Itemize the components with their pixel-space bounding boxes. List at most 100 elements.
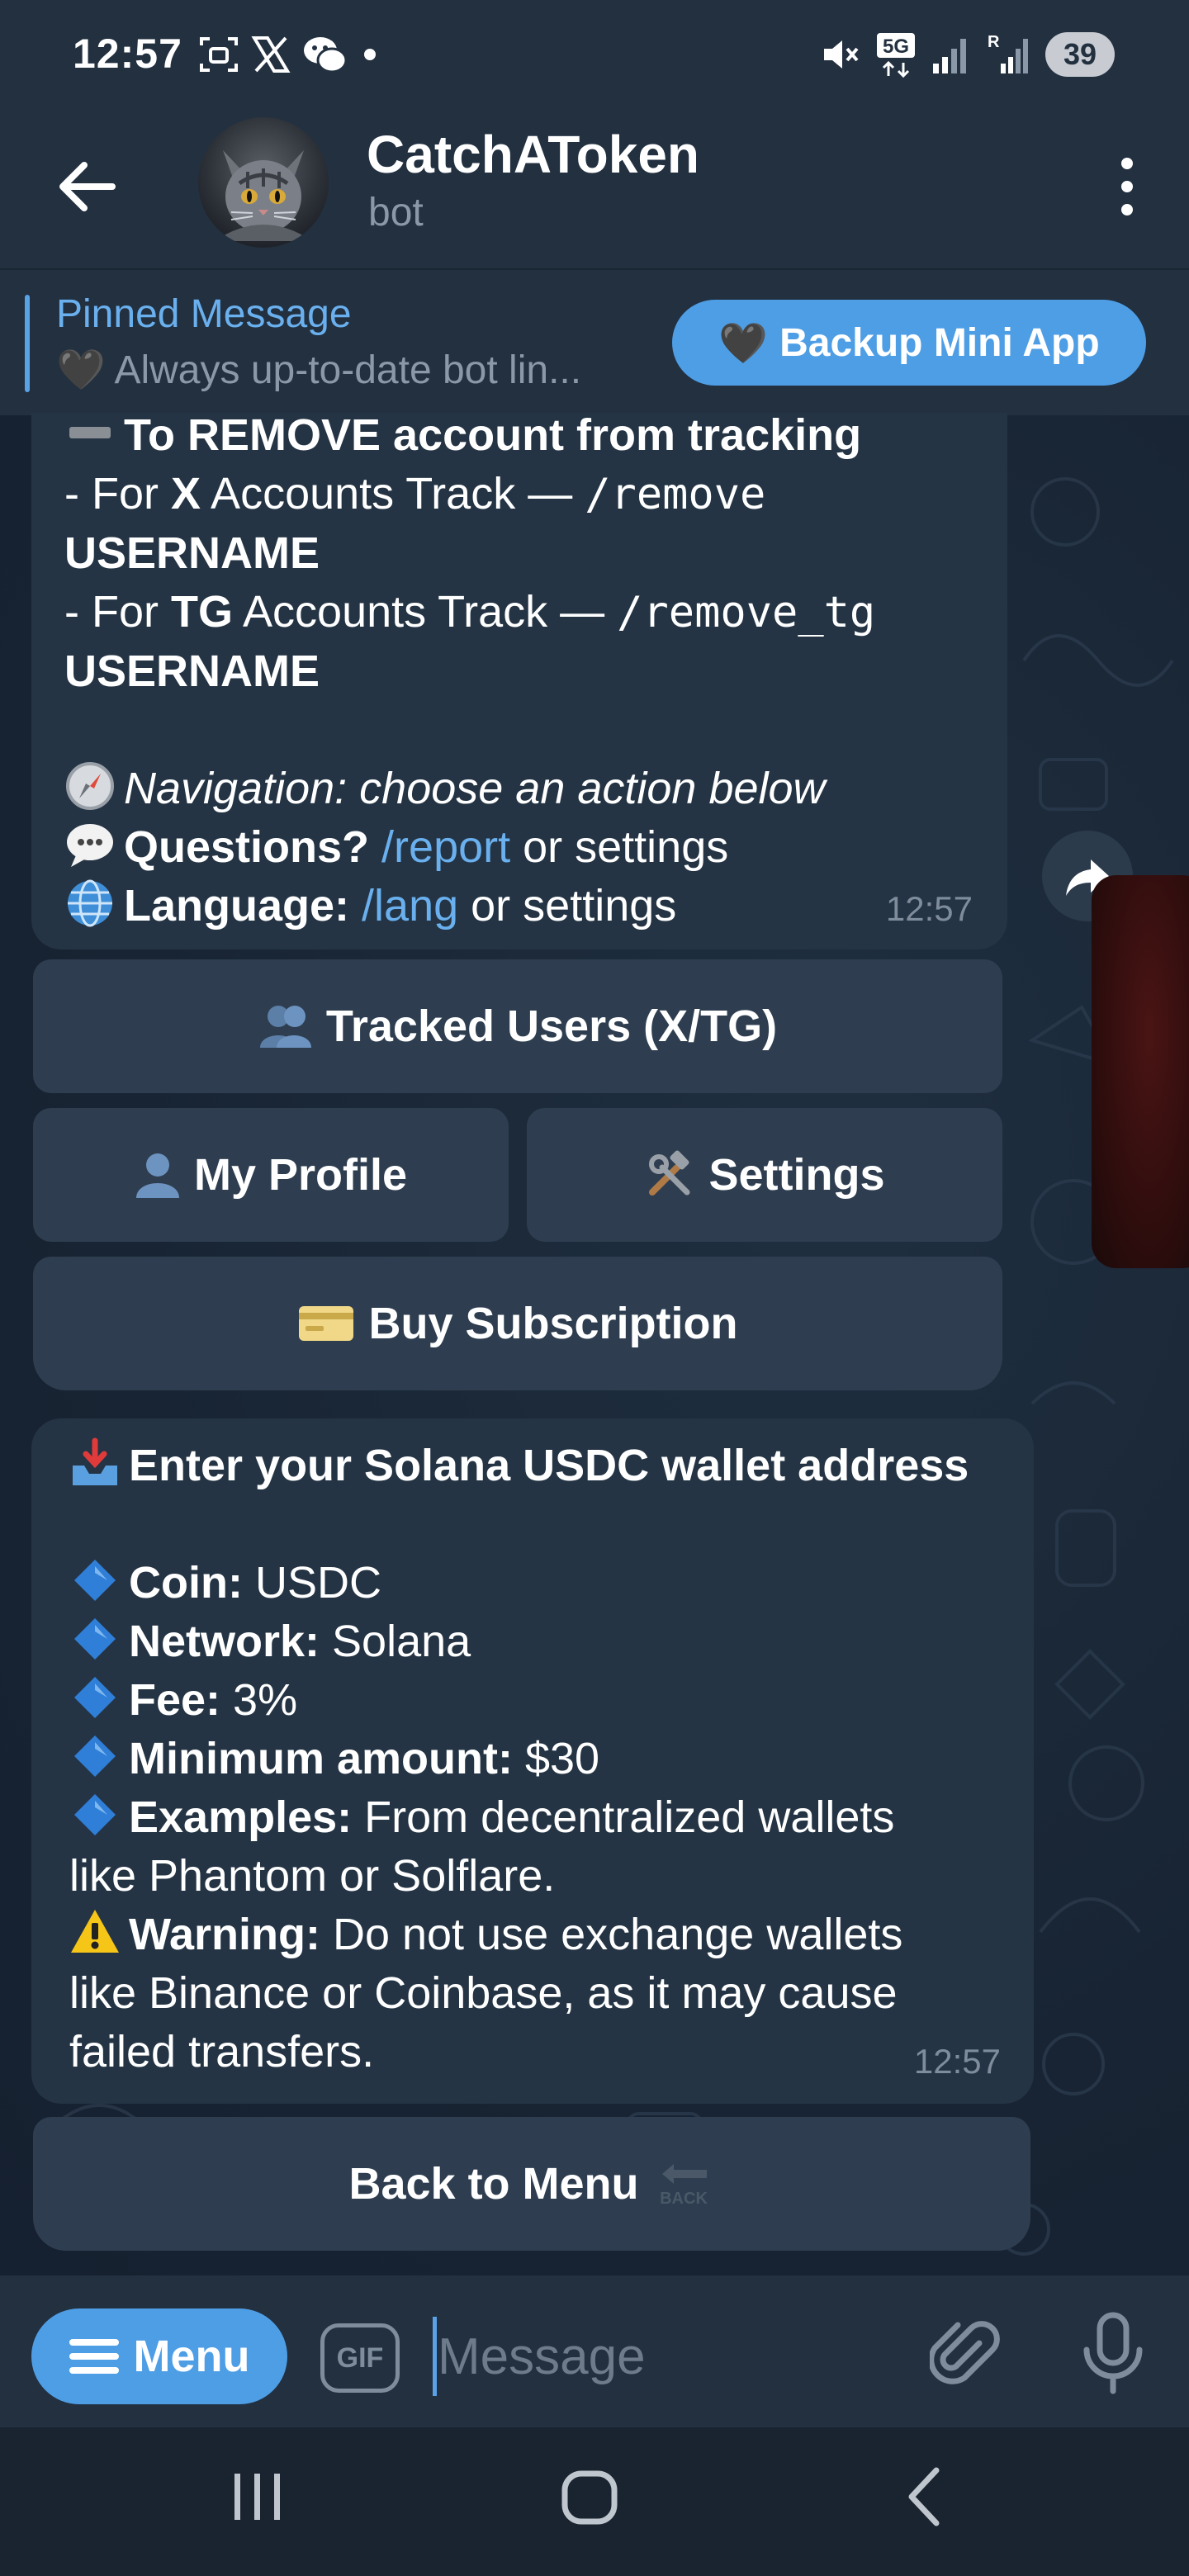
warning-value-cont: like Binance or Coinbase, as it may caus… (69, 1968, 898, 2018)
message-line: Language: /lang or settings (64, 877, 875, 935)
x-icon (251, 36, 291, 73)
wallet-title: Enter your Solana USDC wallet address (129, 1441, 969, 1490)
back-arrow-emoji-icon: BACK (660, 2164, 708, 2208)
my-profile-label: My Profile (193, 1150, 408, 1200)
hammer-wrench-icon (649, 1150, 690, 1196)
backup-mini-app-button[interactable]: 🖤 Backup Mini App (672, 300, 1146, 386)
message-input-bar: Menu GIF (0, 2275, 1189, 2427)
back-arrow-icon[interactable] (54, 154, 121, 220)
settings-button[interactable]: Settings (527, 1108, 1002, 1242)
message-line: USERNAME (64, 524, 875, 583)
battery-indicator: 39 (1045, 32, 1115, 77)
pinned-text-content: Always up-to-date bot lin... (114, 348, 582, 392)
warning-value-cont: failed transfers. (69, 2027, 375, 2076)
pinned-indicator (25, 295, 30, 392)
network-value: Solana (320, 1617, 471, 1666)
attach-icon[interactable] (930, 2318, 1006, 2394)
text: Accounts Track — (201, 469, 585, 519)
message-bubble: Enter your Solana USDC wallet address Co… (31, 1418, 1034, 2104)
x-bold: X (171, 469, 201, 519)
system-nav-icons (234, 2467, 940, 2526)
message-time: 12:57 (885, 889, 973, 928)
dot-icon (364, 49, 376, 60)
system-navigation-bar (0, 2427, 1189, 2576)
black-heart-icon: 🖤 (718, 321, 769, 366)
pinned-title: Pinned Message (56, 292, 352, 336)
network-label: 5G (883, 36, 909, 58)
lang-link[interactable]: /lang (362, 881, 458, 930)
minimum-amount-label: Minimum amount: (129, 1734, 513, 1783)
warning-icon (71, 1910, 119, 1953)
menu-label: Menu (133, 2332, 250, 2381)
message-line: like Binance or Coinbase, as it may caus… (69, 1964, 969, 2023)
language-label: Language: (124, 881, 350, 930)
roaming-label: R (988, 33, 1000, 51)
compass-icon (66, 762, 114, 810)
avatar[interactable] (198, 117, 329, 248)
message-line: Network: Solana (69, 1612, 969, 1671)
back-to-menu-label: Back to Menu (348, 2159, 639, 2209)
microphone-icon[interactable] (1077, 2312, 1149, 2394)
remove-command[interactable]: /remove (585, 470, 765, 519)
screenshot-icon (200, 37, 238, 72)
settings-label: Settings (708, 1150, 885, 1200)
signal-icon (933, 39, 966, 73)
report-link[interactable]: /report (381, 822, 510, 872)
signal-r-icon: R (988, 33, 1028, 73)
text-caret (433, 2317, 437, 2396)
recent-apps-icon[interactable] (234, 2474, 280, 2520)
blue-diamond-icon (74, 1618, 116, 1660)
message-line: USERNAME (64, 642, 875, 701)
message-content: Enter your Solana USDC wallet address Co… (69, 1437, 969, 2081)
remove-heading: To REMOVE account from tracking (124, 410, 862, 460)
chat-subtitle: bot (368, 191, 424, 234)
message-line (64, 701, 875, 760)
message-line: Enter your Solana USDC wallet address (69, 1437, 969, 1495)
hamburger-icon (69, 2339, 119, 2374)
message-line: failed transfers. (69, 2023, 969, 2081)
message-line: Examples: From decentralized wallets (69, 1788, 969, 1847)
text: or settings (458, 881, 677, 930)
coin-value: USDC (242, 1558, 381, 1608)
remove-tg-command[interactable]: /remove_tg (617, 588, 875, 637)
cat-avatar-icon (215, 150, 312, 241)
blue-diamond-icon (74, 1794, 116, 1835)
message-line (69, 1495, 969, 1554)
tracked-users-label: Tracked Users (X/TG) (325, 1002, 778, 1051)
users-icon (259, 1006, 311, 1048)
menu-button[interactable]: Menu (31, 2308, 287, 2404)
fee-value: 3% (220, 1675, 298, 1725)
text: or settings (510, 822, 729, 872)
text: Accounts Track — (233, 587, 618, 637)
status-left-icons (198, 31, 380, 78)
wechat-icon (304, 37, 348, 73)
message-line: - For TG Accounts Track — /remove_tg (64, 583, 875, 642)
more-options-icon[interactable] (1115, 154, 1139, 220)
pinned-message-bar[interactable]: Pinned Message 🖤 Always up-to-date bot l… (0, 268, 1189, 415)
tracked-users-button[interactable]: Tracked Users (X/TG) (33, 959, 1002, 1093)
minus-icon (69, 427, 111, 438)
blue-diamond-icon (74, 1677, 116, 1718)
my-profile-button[interactable]: My Profile (33, 1108, 509, 1242)
blue-diamond-icon (74, 1560, 116, 1601)
speech-bubble-icon (67, 824, 113, 867)
message-input[interactable] (438, 2308, 900, 2404)
message-line: Coin: USDC (69, 1554, 969, 1612)
back-to-menu-button[interactable]: Back to Menu BACK (33, 2117, 1030, 2251)
system-back-icon[interactable] (908, 2467, 940, 2526)
examples-label: Examples: (129, 1792, 353, 1842)
chat-title: CatchAToken (367, 125, 699, 184)
gif-icon[interactable]: GIF (320, 2323, 400, 2393)
status-right-icons: 5G R 39 (819, 30, 1115, 79)
5g-icon: 5G (877, 33, 915, 78)
questions-label: Questions? (124, 822, 370, 872)
home-icon[interactable] (561, 2470, 618, 2525)
coin-label: Coin: (129, 1558, 243, 1608)
message-line: like Phantom or Solflare. (69, 1847, 969, 1906)
minimum-amount-value: $30 (512, 1734, 600, 1783)
backup-mini-app-label: Backup Mini App (779, 320, 1100, 365)
text: - For (64, 587, 171, 637)
buy-subscription-button[interactable]: Buy Subscription (33, 1257, 1002, 1390)
username-placeholder: USERNAME (64, 528, 320, 578)
blue-diamond-icon (74, 1735, 116, 1777)
